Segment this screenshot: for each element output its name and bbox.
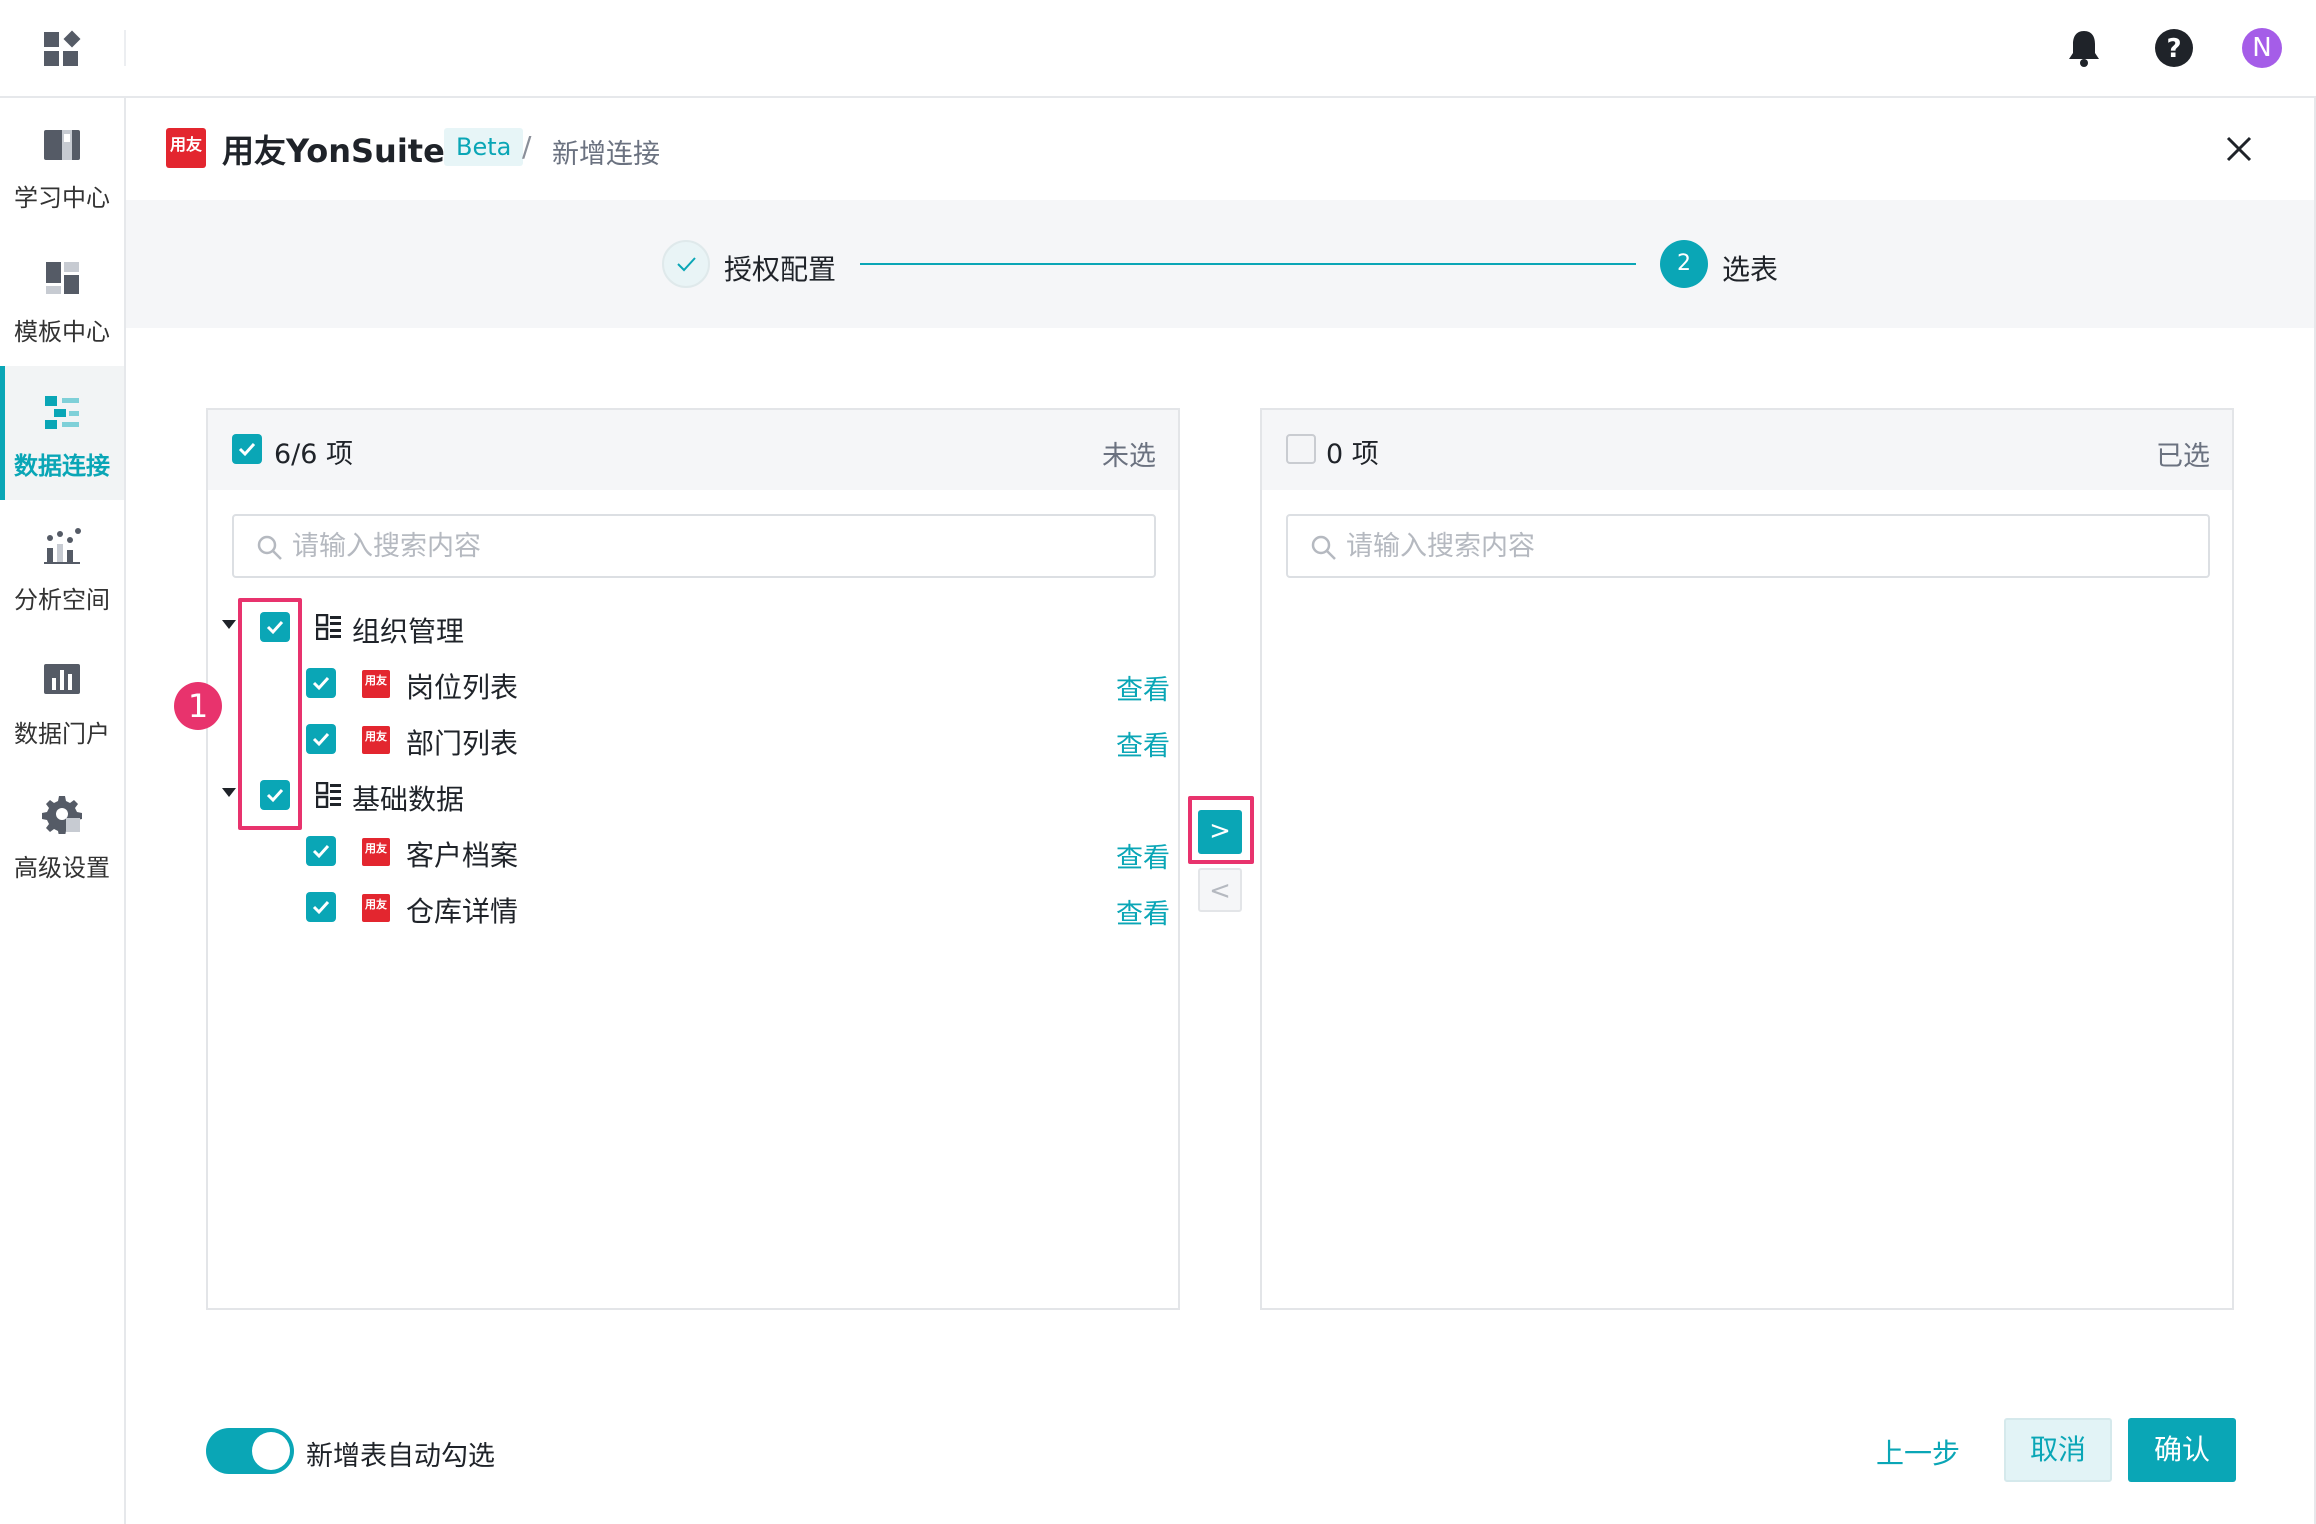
move-left-button[interactable]: < (1198, 868, 1242, 912)
yonyou-table-icon: 用友 (362, 838, 390, 866)
check-icon (312, 900, 330, 915)
folder-grid-icon (316, 782, 341, 808)
yonyou-table-icon: 用友 (362, 894, 390, 922)
tree-group-row: 组织管理 (208, 600, 1178, 656)
check-icon (677, 257, 696, 272)
target-search (1286, 514, 2210, 578)
sidebar-item-label: 模板中心 (14, 318, 110, 346)
table-checkbox[interactable] (306, 836, 336, 866)
table-label: 客户档案 (406, 839, 519, 872)
sidebar-item-analysis[interactable]: 分析空间 (0, 500, 124, 634)
toggle-knob (252, 1432, 290, 1470)
sidebar-item-label: 学习中心 (14, 184, 110, 212)
portal-icon (44, 664, 80, 694)
confirm-button[interactable]: 确认 (2128, 1418, 2236, 1482)
annotation-highlight-transfer (1188, 796, 1254, 864)
step2-label: 选表 (1722, 253, 1779, 286)
auto-select-toggle[interactable] (206, 1428, 294, 1474)
view-link[interactable]: 查看 (1116, 724, 1170, 763)
target-search-input[interactable] (1346, 526, 2186, 566)
table-label: 岗位列表 (406, 671, 519, 704)
source-search-input[interactable] (292, 526, 1132, 566)
close-icon[interactable] (2226, 136, 2252, 162)
sidebar-item-label: 数据门户 (14, 720, 110, 748)
previous-step-button[interactable]: 上一步 (1876, 1432, 1960, 1472)
group-label: 组织管理 (352, 615, 465, 648)
folder-grid-icon (316, 614, 341, 640)
page-title: 新增连接 (552, 139, 660, 170)
check-icon (312, 676, 330, 691)
source-panel: 6/6 项 未选 组织管理 用友 岗位列表 查看 (206, 408, 1180, 1310)
source-panel-title: 未选 (1102, 441, 1156, 472)
check-icon (238, 442, 256, 457)
select-all-checkbox[interactable] (232, 434, 262, 464)
table-label: 仓库详情 (406, 895, 519, 928)
dialog-header: 用友 用友YonSuite Beta / 新增连接 (126, 98, 2316, 200)
caret-down-icon[interactable] (222, 620, 236, 629)
view-link[interactable]: 查看 (1116, 668, 1170, 707)
table-checkbox[interactable] (306, 892, 336, 922)
search-icon (1311, 535, 1336, 560)
breadcrumb-separator: / (522, 130, 532, 163)
sidebar-item-templates[interactable]: 模板中心 (0, 232, 124, 366)
help-icon[interactable]: ? (2154, 28, 2194, 68)
table-row: 用友 仓库详情 查看 (208, 880, 1178, 936)
top-bar: ? N (0, 0, 2316, 98)
target-panel-title: 已选 (2156, 441, 2210, 472)
yonyou-table-icon: 用友 (362, 670, 390, 698)
topbar-divider (124, 30, 126, 66)
view-link[interactable]: 查看 (1116, 892, 1170, 931)
steps-bar: 授权配置 2 选表 (126, 200, 2316, 328)
step1-label: 授权配置 (724, 253, 837, 286)
target-panel-header: 0 项 已选 (1262, 410, 2232, 490)
view-link[interactable]: 查看 (1116, 836, 1170, 875)
step-connector (860, 263, 1636, 265)
target-panel: 0 项 已选 (1260, 408, 2234, 1310)
sidebar-item-portal[interactable]: 数据门户 (0, 634, 124, 768)
svg-text:?: ? (2166, 34, 2181, 64)
select-all-checkbox[interactable] (1286, 434, 1316, 464)
annotation-badge: 1 (174, 682, 222, 730)
apps-icon[interactable] (44, 30, 82, 68)
sidebar-item-label: 分析空间 (14, 586, 110, 614)
caret-down-icon[interactable] (222, 788, 236, 797)
sidebar-item-learning[interactable]: 学习中心 (0, 98, 124, 232)
gear-icon (42, 796, 82, 834)
source-search (232, 514, 1156, 578)
step-done-marker (662, 240, 710, 288)
annotation-highlight-checkboxes (238, 598, 302, 830)
search-icon (257, 535, 282, 560)
sidebar-item-data-connection[interactable]: 数据连接 (0, 366, 124, 500)
sidebar-item-label: 数据连接 (14, 452, 110, 480)
analysis-icon (44, 528, 81, 564)
check-icon (312, 844, 330, 859)
table-row: 用友 岗位列表 查看 (208, 656, 1178, 712)
source-panel-header: 6/6 项 未选 (208, 410, 1178, 490)
brand-logo: 用友 (166, 128, 206, 168)
sidebar: 学习中心 模板中心 数据连接 分析空间 数据门户 高级设置 (0, 98, 126, 1524)
table-checkbox[interactable] (306, 668, 336, 698)
template-icon (46, 262, 79, 294)
source-count: 6/6 项 (274, 439, 354, 470)
tree-group-row: 基础数据 (208, 768, 1178, 824)
table-row: 用友 客户档案 查看 (208, 824, 1178, 880)
cancel-button[interactable]: 取消 (2004, 1418, 2112, 1482)
bell-icon[interactable] (2066, 28, 2102, 68)
table-label: 部门列表 (406, 727, 519, 760)
sidebar-item-label: 高级设置 (14, 854, 110, 882)
step2-number: 2 (1660, 240, 1708, 288)
table-row: 用友 部门列表 查看 (208, 712, 1178, 768)
sidebar-item-settings[interactable]: 高级设置 (0, 768, 124, 902)
check-icon (312, 732, 330, 747)
brand-name: 用友YonSuite (222, 132, 445, 170)
avatar[interactable]: N (2242, 28, 2282, 68)
target-count: 0 项 (1326, 439, 1379, 470)
auto-select-label: 新增表自动勾选 (306, 1441, 495, 1472)
group-label: 基础数据 (352, 783, 465, 816)
table-checkbox[interactable] (306, 724, 336, 754)
yonyou-table-icon: 用友 (362, 726, 390, 754)
data-connection-icon (45, 396, 79, 429)
beta-tag: Beta (444, 128, 524, 166)
book-icon (44, 130, 80, 160)
